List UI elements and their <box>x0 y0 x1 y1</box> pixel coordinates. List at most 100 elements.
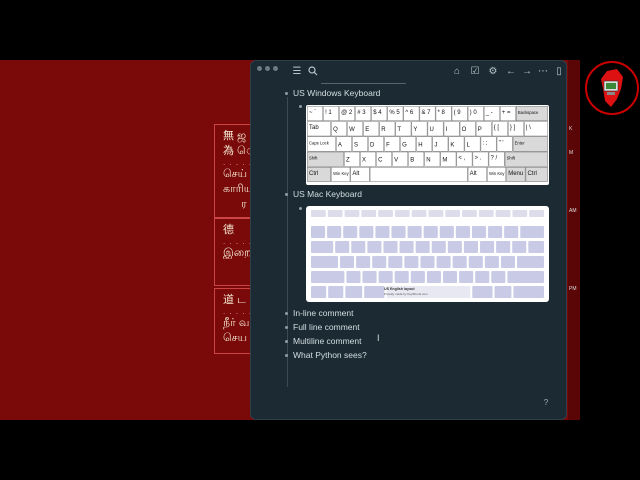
mac-keyboard-key <box>428 210 444 217</box>
mac-keyboard-key <box>426 271 441 283</box>
keyboard-key-label: > . <box>474 156 481 162</box>
keyboard-key-label: R <box>381 127 386 133</box>
forward-arrow-icon[interactable]: → <box>521 66 533 78</box>
keyboard-key-label: $ 4 <box>373 110 382 116</box>
mac-keyboard-key <box>517 256 544 268</box>
mac-keyboard-key <box>494 286 512 298</box>
mac-keyboard-key <box>463 241 479 253</box>
mac-keyboard-key <box>311 256 338 268</box>
mac-keyboard-key <box>359 226 374 238</box>
mac-keyboard-key <box>407 226 422 238</box>
mac-keyboard-key <box>459 271 474 283</box>
keyboard-key-label: { [ <box>494 125 500 131</box>
mac-keyboard-key <box>436 256 451 268</box>
keyboard-key-label: W <box>349 127 355 133</box>
keyboard-key-label: ! 1 <box>325 110 332 116</box>
mac-keyboard-key <box>411 210 427 217</box>
mac-keyboard-key <box>447 241 462 253</box>
mac-keyboard-key <box>480 241 495 253</box>
keyboard-key-label: A <box>338 142 342 148</box>
mac-keyboard-key <box>468 256 483 268</box>
mac-keyboard-key <box>327 210 343 217</box>
keyboard-key-label: @ 2 <box>341 110 353 116</box>
menu-icon[interactable]: ☰ <box>291 66 303 78</box>
mac-keyboard-key <box>311 210 326 217</box>
list-item[interactable]: What Python sees? <box>293 350 367 361</box>
mac-keyboard-key <box>528 241 544 253</box>
keyboard-key-label: H <box>418 142 422 148</box>
keyboard-key-label: Alt <box>470 171 477 177</box>
back-arrow-icon[interactable]: ← <box>505 66 517 78</box>
mac-keyboard-key <box>455 226 470 238</box>
mac-keyboard-key <box>471 226 487 238</box>
help-button[interactable]: ? <box>540 397 552 409</box>
keyboard-key-label: Ctrl <box>309 171 318 177</box>
mac-keyboard-key <box>311 286 327 298</box>
keyboard-key-label: } ] <box>510 125 516 131</box>
mac-keyboard-key <box>311 226 326 238</box>
more-options-icon[interactable]: ⋯ <box>537 66 549 78</box>
list-item[interactable]: In-line comment <box>293 308 353 319</box>
keyboard-key-label: % 5 <box>389 110 400 116</box>
keyboard-key-label: " ' <box>499 140 504 146</box>
checkbox-icon[interactable]: ☑ <box>469 66 481 78</box>
plugin-icon[interactable]: ⚙ <box>487 66 499 78</box>
keyboard-key-label: ? / <box>491 156 498 162</box>
mac-keyboard-key <box>394 210 410 217</box>
mac-keyboard-key <box>500 256 516 268</box>
us-mac-keyboard-image: US English layout Proudly made by KeyShor… <box>306 206 549 302</box>
home-icon[interactable]: ⌂ <box>451 66 463 78</box>
mac-keyboard-key <box>472 286 493 298</box>
keyboard-key-label: T <box>397 127 401 133</box>
mac-keyboard-key <box>404 256 419 268</box>
mac-keyboard-key <box>439 226 454 238</box>
mac-keyboard-key <box>394 271 409 283</box>
keyboard-key-label: B <box>410 158 414 164</box>
mac-keyboard-key <box>378 210 393 217</box>
search-icon[interactable] <box>307 66 319 78</box>
divider <box>321 83 406 84</box>
window-controls[interactable] <box>257 66 278 71</box>
background-text-box-2: 德 . . . . . . இறை <box>214 218 254 286</box>
background-text-box-3: 道 ட . . . . . . நீர் வழ செய <box>214 288 254 354</box>
mac-keyboard-key <box>328 286 344 298</box>
mac-keyboard-key <box>475 271 490 283</box>
mac-keyboard-key <box>343 226 358 238</box>
mac-keyboard-key <box>491 271 506 283</box>
keyboard-key-label: Menu <box>508 171 523 177</box>
background-text-box-1: 無 ஜ 為 ெ . . . . . . செய் காரிய ர <box>214 124 254 218</box>
keyboard-key-label: Caps Lock <box>309 140 330 145</box>
mac-keyboard-caption-sub: Proudly made by KeyShorts.com <box>384 292 428 296</box>
keyboard-key-label: Shift <box>507 156 516 161</box>
keyboard-key-label: _ - <box>485 110 493 116</box>
sub-bullet <box>299 207 302 210</box>
indent-guide <box>287 97 288 387</box>
mac-keyboard-key <box>344 210 360 217</box>
tamilnadu-map-logo <box>585 61 639 115</box>
list-item[interactable]: US Windows Keyboard <box>293 88 380 99</box>
keyboard-key-label: | \ <box>526 125 531 131</box>
us-windows-keyboard-image: ~ ` ! 1 @ 2 # 3 $ 4 % 5 ^ 6 & 7 * 8 ( 9) 0 _ - + = B… <box>306 105 549 185</box>
mac-keyboard-key <box>372 256 387 268</box>
list-item[interactable]: Full line comment <box>293 322 360 333</box>
mac-keyboard-key <box>420 256 435 268</box>
mac-keyboard-key <box>496 241 511 253</box>
keyboard-key-label: ) 0 <box>470 110 478 116</box>
keyboard-key-label: D <box>370 142 375 148</box>
bullet <box>285 326 288 329</box>
sub-bullet <box>299 105 302 108</box>
mac-keyboard-key <box>391 226 406 238</box>
mac-keyboard-key <box>410 271 425 283</box>
mac-keyboard-key <box>452 256 467 268</box>
mac-keyboard-key <box>327 226 342 238</box>
keyboard-key-label: J <box>434 142 437 148</box>
mac-keyboard-key <box>442 271 458 283</box>
keyboard-key-label: Ctrl <box>528 171 537 177</box>
list-item[interactable]: US Mac Keyboard <box>293 189 362 200</box>
keyboard-key-label: Shift <box>309 156 318 161</box>
keyboard-key-label: ~ ` <box>309 110 316 116</box>
mac-keyboard-key <box>512 210 528 217</box>
list-item[interactable]: Multiline comment <box>293 336 362 347</box>
mac-keyboard-key <box>504 226 519 238</box>
sidebar-toggle-icon[interactable]: ▯ <box>553 66 565 78</box>
